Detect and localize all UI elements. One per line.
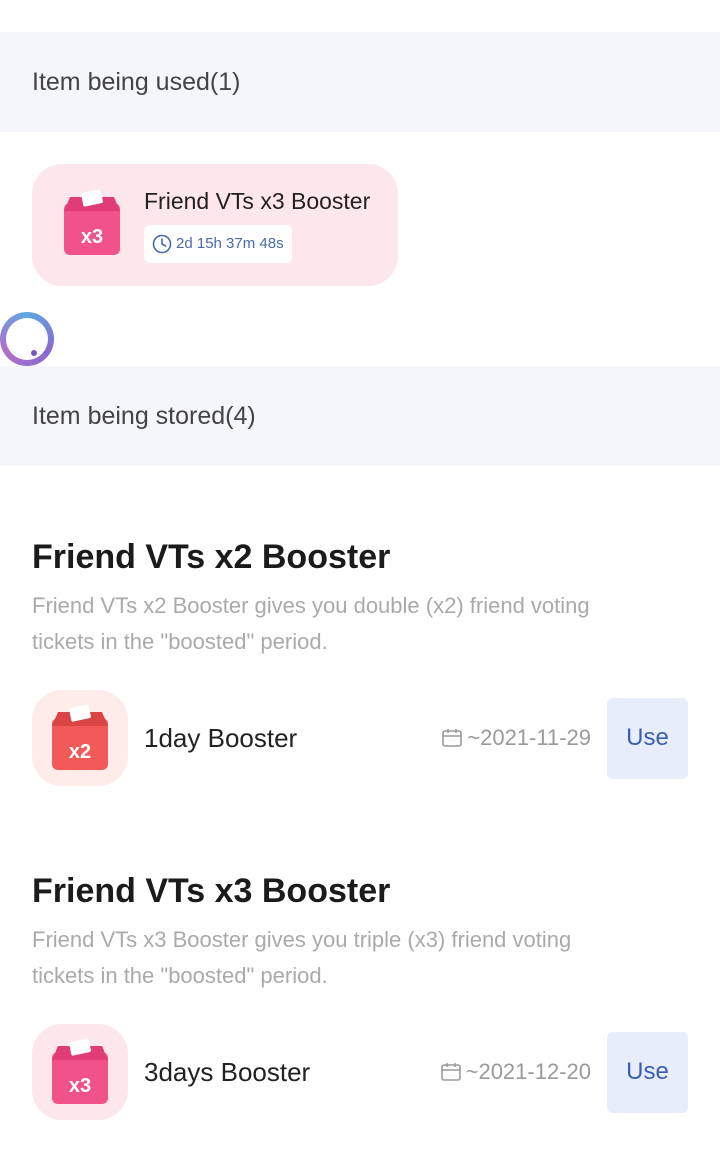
product-title-x3: Friend VTs x3 Booster — [32, 872, 391, 910]
calendar-icon — [440, 1063, 461, 1081]
calendar-icon — [442, 729, 463, 747]
active-booster-title: Friend VTs x3 Booster — [144, 187, 371, 214]
booster-item-row: x2 1day Booster ~2021-11-29 Use — [32, 690, 688, 786]
section-title: Item being stored(4) — [32, 401, 256, 430]
svg-text:x3: x3 — [69, 1075, 91, 1097]
use-button[interactable]: Use — [607, 1031, 688, 1113]
clock-icon — [152, 234, 172, 253]
timer-text: 2d 15h 37m 48s — [176, 235, 284, 252]
product-description-x3: Friend VTs x3 Booster gives you triple (… — [32, 927, 572, 988]
section-title: Item being used(1) — [32, 67, 241, 96]
countdown-timer: 2d 15h 37m 48s — [144, 224, 292, 263]
section-header-in-use: Item being used(1) — [0, 32, 720, 132]
active-booster-card[interactable]: x3 Friend VTs x3 Booster 2d 15h 37m 48s — [32, 164, 398, 286]
booster-name: 1day Booster — [144, 722, 298, 753]
x3-box-icon: x3 — [62, 188, 122, 262]
x3-badge-text: x3 — [81, 226, 103, 248]
x3-box-icon: x3 — [32, 1024, 128, 1120]
booster-item-row: x3 3days Booster ~2021-12-20 Use — [32, 1024, 688, 1120]
booster-name: 3days Booster — [144, 1056, 311, 1087]
section-header-stored: Item being stored(4) — [0, 366, 720, 466]
use-button[interactable]: Use — [607, 697, 688, 779]
product-description-x2: Friend VTs x2 Booster gives you double (… — [32, 593, 590, 654]
x2-box-icon: x2 — [32, 690, 128, 786]
svg-text:x2: x2 — [69, 741, 91, 763]
expiry-date: ~2021-12-20 — [440, 1059, 591, 1085]
floating-assistant-button[interactable] — [0, 312, 54, 366]
product-title-x2: Friend VTs x2 Booster — [32, 538, 391, 576]
expiry-date: ~2021-11-29 — [441, 725, 591, 751]
